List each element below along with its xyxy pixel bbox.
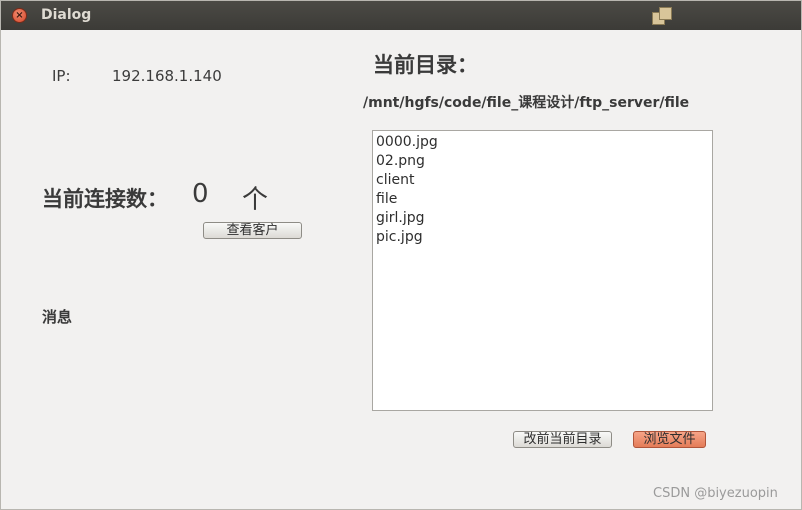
change-directory-button[interactable]: 改前当前目录 (513, 431, 612, 448)
title-bar[interactable]: × Dialog (1, 1, 801, 30)
browse-files-button[interactable]: 浏览文件 (633, 431, 706, 448)
list-item[interactable]: 0000.jpg (376, 133, 709, 152)
file-list[interactable]: 0000.jpg 02.png client file girl.jpg pic… (372, 130, 713, 411)
list-item[interactable]: file (376, 190, 709, 209)
messages-label: 消息 (42, 308, 73, 326)
current-directory-title: 当前目录： (373, 53, 478, 77)
ip-label: IP: (52, 67, 71, 85)
connection-count-value: 0 (192, 179, 209, 209)
app-icon (652, 6, 674, 26)
watermark: CSDN @biyezuopin (653, 486, 778, 501)
list-item[interactable]: pic.jpg (376, 228, 709, 247)
connection-count-unit: 个 (242, 185, 269, 215)
dialog-window: × Dialog IP: 192.168.1.140 当前连接数： 0 个 查看… (0, 0, 802, 510)
list-item[interactable]: girl.jpg (376, 209, 709, 228)
list-item[interactable]: client (376, 171, 709, 190)
close-icon[interactable]: × (12, 8, 27, 23)
current-directory-path: /mnt/hgfs/code/file_课程设计/ftp_server/file (363, 95, 690, 111)
ip-value: 192.168.1.140 (112, 67, 222, 85)
connection-count-label: 当前连接数： (42, 187, 168, 211)
view-clients-button[interactable]: 查看客户 (203, 222, 302, 239)
list-item[interactable]: 02.png (376, 152, 709, 171)
window-title: Dialog (41, 7, 92, 23)
